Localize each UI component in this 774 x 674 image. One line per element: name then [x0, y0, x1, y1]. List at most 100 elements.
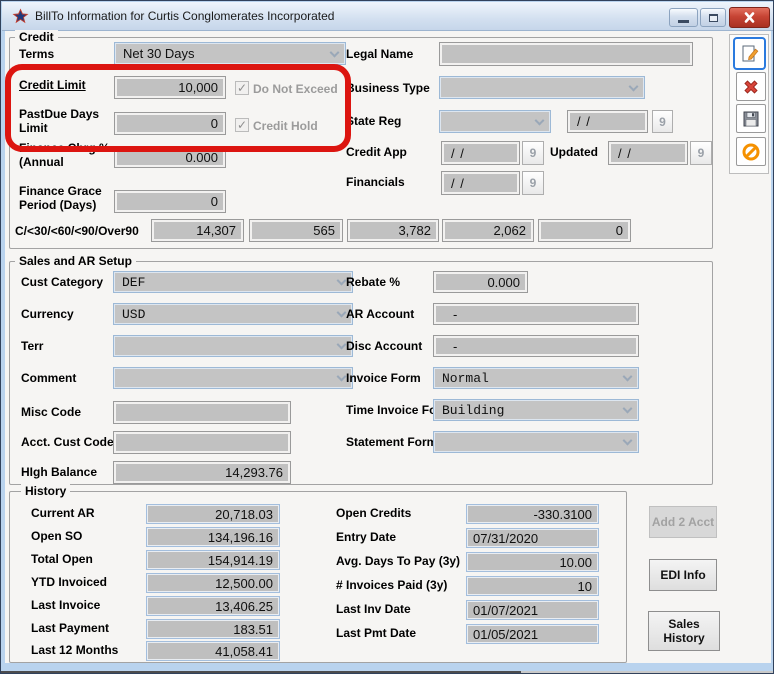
check-icon: ✓	[237, 118, 247, 132]
state-reg-combo[interactable]	[439, 110, 551, 133]
aging-current-field[interactable]: 14,307	[151, 219, 244, 242]
last-pmt-date-field[interactable]: 01/05/2021	[466, 624, 599, 644]
edit-page-pencil-icon	[740, 44, 760, 64]
comment-combo[interactable]	[113, 367, 353, 389]
state-reg-label: State Reg	[346, 114, 401, 128]
aging-under30-field[interactable]: 565	[249, 219, 343, 242]
terr-combo[interactable]	[113, 335, 353, 357]
cust-category-combo[interactable]: DEF	[113, 271, 353, 293]
open-so-field[interactable]: 134,196.16	[146, 527, 280, 547]
save-floppy-icon	[741, 109, 761, 129]
do-not-exceed-label: Do Not Exceed	[253, 82, 338, 96]
minimize-button[interactable]	[669, 8, 698, 27]
financials-date-input[interactable]: / /	[441, 171, 520, 195]
app-star-icon	[12, 8, 29, 25]
last-payment-field[interactable]: 183.51	[146, 619, 280, 639]
chevron-down-icon	[337, 308, 347, 318]
misc-code-input[interactable]	[113, 401, 291, 424]
statement-form-combo[interactable]	[433, 431, 639, 453]
state-reg-date-input[interactable]: / /	[567, 110, 648, 133]
credit-app-calendar-button[interactable]: 9	[522, 141, 544, 165]
finance-chrg-input[interactable]: 0.000	[114, 146, 226, 168]
calendar-icon: 9	[530, 146, 537, 160]
credit-limit-input[interactable]: 10,000	[114, 76, 226, 99]
currency-combo[interactable]: USD	[113, 303, 353, 325]
terr-label: Terr	[21, 339, 43, 353]
sales-history-button[interactable]: Sales History	[648, 611, 720, 651]
invoice-form-combo[interactable]: Normal	[433, 367, 639, 389]
credit-app-date-input[interactable]: / /	[441, 141, 520, 165]
chevron-down-icon	[623, 436, 633, 446]
invoices-paid-field[interactable]: 10	[466, 576, 599, 596]
pastdue-days-limit-label: PastDue Days Limit	[19, 107, 115, 135]
high-balance-input[interactable]: 14,293.76	[113, 461, 291, 484]
credit-app-label: Credit App	[346, 145, 407, 159]
updated-label: Updated	[550, 145, 598, 159]
calendar-icon: 9	[698, 146, 705, 160]
last-pmt-date-label: Last Pmt Date	[336, 626, 416, 640]
finance-grace-input[interactable]: 0	[114, 190, 226, 213]
total-open-field[interactable]: 154,914.19	[146, 550, 280, 570]
close-button[interactable]	[729, 7, 770, 28]
aging-over90-field[interactable]: 0	[538, 219, 631, 242]
minimize-icon	[678, 20, 689, 23]
chevron-down-icon	[337, 276, 347, 286]
aging-under90-field[interactable]: 2,062	[442, 219, 534, 242]
terms-value: Net 30 Days	[123, 46, 195, 61]
open-credits-field[interactable]: -330.3100	[466, 504, 599, 524]
add-2-acct-button[interactable]: Add 2 Acct	[649, 506, 717, 538]
edit-button[interactable]	[733, 37, 766, 70]
aging-under60-field[interactable]: 3,782	[347, 219, 439, 242]
financials-calendar-button[interactable]: 9	[522, 171, 544, 195]
last-inv-date-field[interactable]: 01/07/2021	[466, 600, 599, 620]
misc-code-label: Misc Code	[21, 405, 81, 419]
state-reg-calendar-button[interactable]: 9	[652, 110, 673, 133]
do-not-exceed-checkbox[interactable]: ✓	[235, 81, 249, 95]
chevron-down-icon	[330, 47, 340, 57]
avg-days-to-pay-field[interactable]: 10.00	[466, 552, 599, 572]
delete-x-icon	[741, 77, 761, 97]
invoices-paid-label: # Invoices Paid (3y)	[336, 578, 447, 592]
disc-account-input[interactable]: -	[433, 335, 639, 357]
entry-date-field[interactable]: 07/31/2020	[466, 528, 599, 548]
open-so-label: Open SO	[31, 529, 82, 543]
save-button[interactable]	[736, 104, 766, 133]
high-balance-label: HIgh Balance	[21, 465, 97, 479]
sales-ar-group-label: Sales and AR Setup	[15, 254, 136, 268]
time-invoice-form-combo[interactable]: Building	[433, 399, 639, 421]
pastdue-days-limit-input[interactable]: 0	[114, 112, 226, 135]
legal-name-label: Legal Name	[346, 47, 413, 61]
acct-cust-code-input[interactable]	[113, 431, 291, 454]
open-credits-label: Open Credits	[336, 506, 411, 520]
last-12-months-label: Last 12 Months	[31, 643, 118, 657]
current-ar-label: Current AR	[31, 506, 95, 520]
ar-account-input[interactable]: -	[433, 303, 639, 325]
business-type-combo[interactable]	[439, 76, 645, 99]
credit-hold-checkbox[interactable]: ✓	[235, 118, 249, 132]
current-ar-field[interactable]: 20,718.03	[146, 504, 280, 524]
ar-account-label: AR Account	[346, 307, 414, 321]
updated-date-input[interactable]: / /	[608, 141, 688, 165]
credit-hold-label: Credit Hold	[253, 119, 318, 133]
terms-combo[interactable]: Net 30 Days	[114, 42, 346, 65]
rebate-input[interactable]: 0.000	[433, 271, 528, 293]
history-group-label: History	[21, 484, 70, 498]
delete-button[interactable]	[736, 72, 766, 101]
last-inv-date-label: Last Inv Date	[336, 602, 411, 616]
last-payment-label: Last Payment	[31, 621, 109, 635]
maximize-button[interactable]	[700, 8, 726, 27]
edi-info-button[interactable]: EDI Info	[649, 559, 717, 591]
legal-name-input[interactable]	[439, 42, 693, 66]
finance-grace-label: Finance Grace Period (Days)	[19, 184, 115, 212]
cancel-button[interactable]	[736, 137, 766, 166]
window-title: BillTo Information for Curtis Conglomera…	[35, 9, 334, 23]
last-invoice-field[interactable]: 13,406.25	[146, 596, 280, 616]
ytd-invoiced-field[interactable]: 12,500.00	[146, 573, 280, 593]
last-12-months-field[interactable]: 41,058.41	[146, 641, 280, 661]
calendar-icon: 9	[530, 176, 537, 190]
entry-date-label: Entry Date	[336, 530, 396, 544]
rebate-label: Rebate %	[346, 275, 400, 289]
acct-cust-code-label: Acct. Cust Code	[21, 435, 114, 449]
updated-calendar-button[interactable]: 9	[690, 141, 712, 165]
last-invoice-label: Last Invoice	[31, 598, 100, 612]
